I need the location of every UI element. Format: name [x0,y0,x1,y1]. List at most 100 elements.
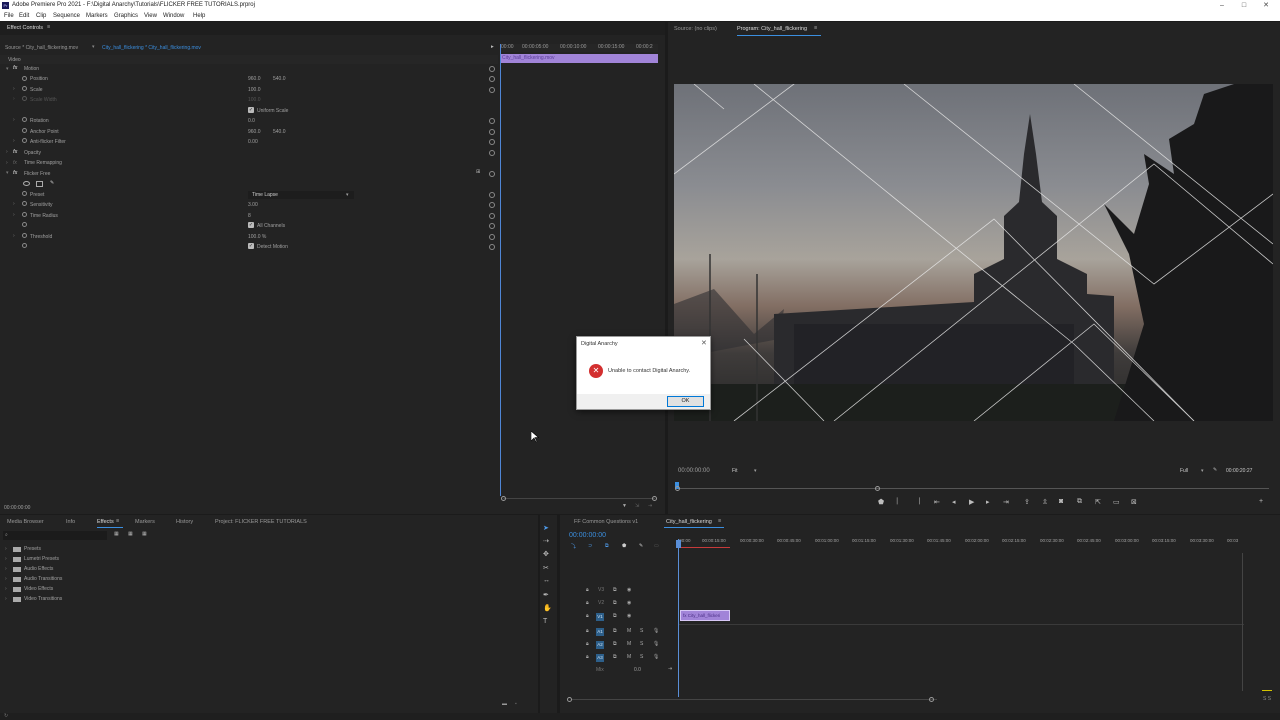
tab-city-hall-sequence[interactable]: City_hall_flickering [666,519,712,525]
close-icon[interactable]: ✕ [701,339,707,347]
lock-icon[interactable]: 🔒︎ [586,654,589,660]
menu-graphics[interactable]: Graphics [114,13,138,19]
expand-icon[interactable]: › [13,201,15,207]
stopwatch-icon[interactable] [22,201,27,206]
expand-icon[interactable]: › [6,149,8,155]
solo-meters-icon[interactable]: S S [1263,696,1271,702]
microphone-icon[interactable]: 🎙︎ [653,641,659,647]
expand-icon[interactable]: › [13,233,15,239]
menu-markers[interactable]: Markers [86,13,108,19]
anti-flicker-value[interactable]: 0.00 [248,139,258,145]
step-forward-icon[interactable]: ▸ [986,498,990,506]
reset-icon[interactable] [489,66,495,72]
tab-source[interactable]: Source: (no clips) [674,26,717,32]
sync-lock-icon[interactable]: ⧉ [613,600,617,606]
expand-icon[interactable]: › [5,566,7,572]
stopwatch-icon[interactable] [22,138,27,143]
menu-window[interactable]: Window [163,13,184,19]
ec-playhead[interactable] [500,44,501,496]
stopwatch-icon[interactable] [22,117,27,122]
expand-icon[interactable]: › [13,117,15,123]
pen-tool-icon[interactable]: ✒ [543,591,549,599]
uniform-scale-checkbox[interactable]: ✓ [248,107,254,113]
type-tool-icon[interactable]: T [543,618,547,625]
scroll-handle[interactable] [875,486,880,491]
eye-icon[interactable]: ◉ [627,587,631,593]
vertical-scrollbar[interactable] [1242,553,1243,691]
reset-icon[interactable] [489,118,495,124]
tab-program[interactable]: Program: City_hall_flickering [737,26,807,32]
lock-icon[interactable]: 🔒︎ [586,613,589,619]
razor-tool-icon[interactable]: ✂ [543,564,549,572]
track-target-a3[interactable]: A3 [596,654,604,662]
time-radius-value[interactable]: 8 [248,213,251,219]
scroll-handle[interactable] [675,486,680,491]
reset-icon[interactable] [489,213,495,219]
menu-sequence[interactable]: Sequence [53,13,80,19]
timeline-settings-icon[interactable]: ✎ [639,543,643,549]
ec-current-time[interactable]: 00:00:00:00 [4,505,30,511]
reset-icon[interactable] [489,244,495,250]
microphone-icon[interactable]: 🎙︎ [653,654,659,660]
minimize-button[interactable]: – [1215,0,1229,11]
go-to-in-icon[interactable]: ⇤ [934,498,940,506]
panel-menu-icon[interactable]: ≡ [718,518,721,524]
scale-value[interactable]: 100.0 [248,87,261,93]
selection-tool-icon[interactable]: ➤ [543,524,549,532]
pen-mask-icon[interactable]: ✎ [50,180,54,186]
chevron-down-icon[interactable]: ▾ [92,44,95,50]
sync-lock-icon[interactable]: ⧉ [613,641,617,647]
menu-help[interactable]: Help [193,13,205,19]
anchor-y-value[interactable]: 540.0 [273,129,286,135]
stopwatch-icon[interactable] [22,86,27,91]
lock-icon[interactable]: 🔒︎ [586,628,589,634]
mute-button[interactable]: M [627,654,631,660]
reset-icon[interactable] [489,76,495,82]
nest-icon[interactable]: ⤵ [571,543,576,550]
zoom-select[interactable]: Fit ▾ [730,467,760,475]
go-to-out-icon[interactable]: ⇥ [1003,498,1009,506]
position-x-value[interactable]: 960.0 [248,76,261,82]
effect-menu-icon[interactable]: ⊞ [476,169,480,175]
reset-icon[interactable] [489,234,495,240]
timeline-timecode[interactable]: 00:00:00:00 [569,532,606,539]
proxy-icon[interactable]: ⊠ [1131,498,1137,506]
expand-icon[interactable]: › [13,212,15,218]
expand-icon[interactable]: › [5,546,7,552]
sync-lock-icon[interactable]: ⧉ [613,628,617,634]
scroll-handle-right[interactable] [652,496,657,501]
reset-icon[interactable] [489,192,495,198]
safe-margins-icon[interactable]: ▭ [1113,498,1120,506]
detect-motion-checkbox[interactable]: ✓ [248,243,254,249]
track-select-icon[interactable]: ⇢ [543,537,549,545]
delete-icon[interactable]: ▪ [515,701,517,707]
reset-icon[interactable] [489,223,495,229]
scroll-handle-left[interactable] [501,496,506,501]
stopwatch-icon[interactable] [22,191,27,196]
playhead-handle[interactable] [676,540,681,548]
sensitivity-value[interactable]: 3.00 [248,202,258,208]
settings-wrench-icon[interactable]: ✎ [1213,467,1217,473]
sync-lock-icon[interactable]: ⧉ [613,613,617,619]
expand-icon[interactable]: › [13,138,15,144]
linked-selection-icon[interactable]: ⧉ [605,543,609,549]
tree-item-video-transitions[interactable]: › Video Transitions [4,595,204,604]
expand-icon[interactable]: › [6,160,8,166]
ellipse-mask-icon[interactable] [23,181,30,186]
fx-icon[interactable]: fx [13,65,17,71]
stopwatch-icon[interactable] [22,212,27,217]
reset-icon[interactable] [489,202,495,208]
position-y-value[interactable]: 540.0 [273,76,286,82]
timeline-playhead[interactable] [678,539,679,697]
sync-lock-icon[interactable]: ⧉ [613,654,617,660]
source-label[interactable]: Source * City_hall_flickering.mov [5,45,78,51]
program-scrub-bar[interactable] [677,488,1269,489]
slip-tool-icon[interactable]: ↔ [543,577,550,584]
hand-tool-icon[interactable]: ✋ [543,604,552,612]
resolution-select[interactable]: Full ▾ [1178,467,1208,475]
tree-item-presets[interactable]: › Presets [4,545,204,554]
scroll-handle-right[interactable] [929,697,934,702]
tab-markers[interactable]: Markers [135,519,155,525]
32bit-effects-icon[interactable]: ▦ [128,531,133,537]
stopwatch-icon[interactable] [22,128,27,133]
